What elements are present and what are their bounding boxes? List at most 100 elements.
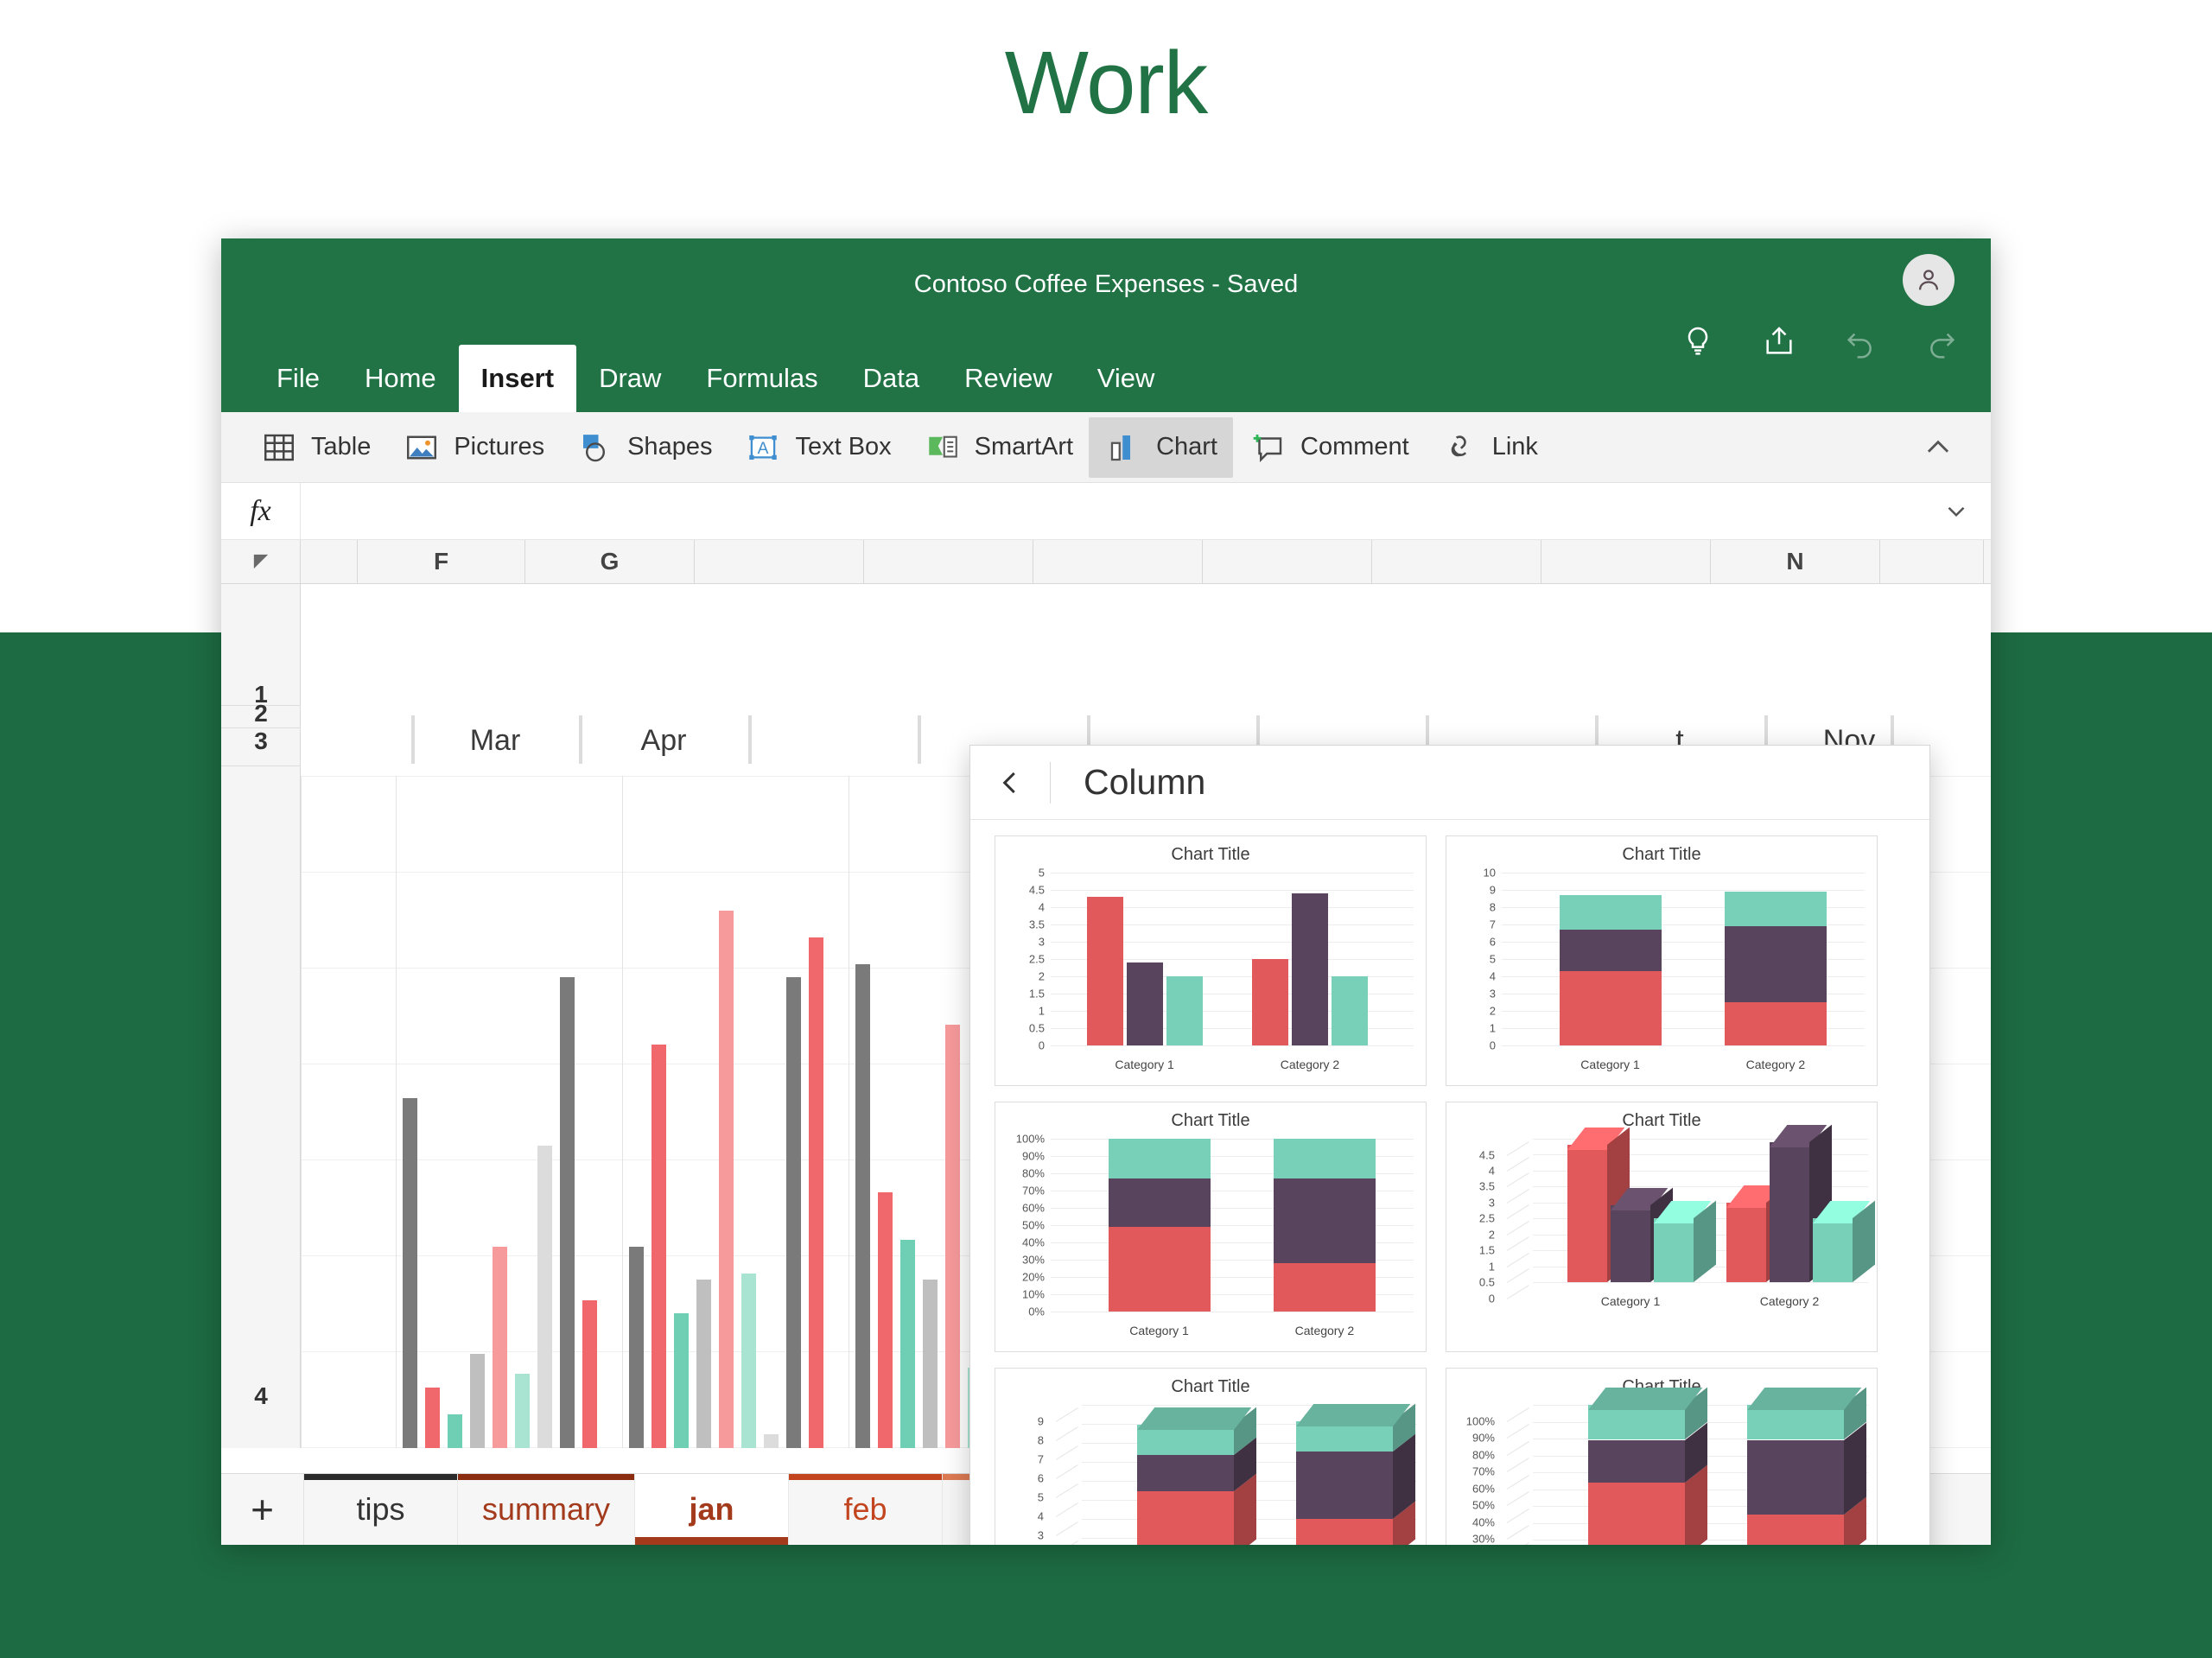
ribbon-button-link[interactable]: Link xyxy=(1425,417,1554,478)
row-number-3[interactable]: 3 xyxy=(221,727,301,755)
chart-bar xyxy=(1611,1187,1673,1282)
chart-type-grid[interactable]: Chart Title 0 0.5 1 1.5 2 2.5 3 3.5 4 4.5 5 Category… xyxy=(970,820,1929,1545)
chart-y-tick-label: 3.5 xyxy=(1478,1179,1495,1193)
select-all-triangle-icon[interactable] xyxy=(221,540,301,583)
chart-gridline xyxy=(1051,1045,1414,1046)
formula-input[interactable] xyxy=(301,483,1922,539)
ribbon-label-comment: Comment xyxy=(1300,433,1409,461)
chart-bar-segment xyxy=(1296,1501,1415,1545)
chart-y-tick-label: 20% xyxy=(1021,1270,1045,1284)
chart-wall-line xyxy=(1055,1502,1078,1517)
ribbon-button-comment[interactable]: Comment xyxy=(1233,417,1425,478)
chart-y-tick-label: 70% xyxy=(1471,1464,1495,1478)
chart-wall-line xyxy=(1506,1424,1529,1439)
worksheet-chart-bar xyxy=(878,1192,893,1448)
chart-gallery-flyout[interactable]: Column Chart Title 0 0.5 1 1.5 2 2.5 3 3.5 4 4.5 5 C… xyxy=(969,745,1930,1545)
ribbon-tab-data[interactable]: Data xyxy=(841,345,942,412)
chart-y-tick-label: 6 xyxy=(1037,1471,1044,1485)
chart-type-three-d-clustered-column[interactable]: Chart Title 0 0.5 1 1.5 2 2.5 3 3.5 4 4.5 Category … xyxy=(1446,1102,1878,1352)
chart-y-tick-label: 6 xyxy=(1489,935,1496,949)
avatar[interactable] xyxy=(1903,254,1955,306)
chart-wall-line xyxy=(1506,1204,1529,1220)
table-icon xyxy=(259,428,299,467)
column-header-m[interactable] xyxy=(1541,540,1711,583)
chart-type-hundred-percent-stacked-column[interactable]: Chart Title 0% 10% 20% 30% 40% 50% 60% 70% 80% 90%… xyxy=(995,1102,1427,1352)
ribbon-tab-draw[interactable]: Draw xyxy=(576,345,683,412)
sheet-tab-summary[interactable]: summary xyxy=(458,1474,636,1545)
row-number-2[interactable]: 2 xyxy=(221,700,301,727)
column-header-f[interactable]: F xyxy=(358,540,525,583)
chart-bar xyxy=(1166,976,1203,1045)
column-header-j[interactable] xyxy=(1033,540,1203,583)
chart-thumb-title: Chart Title xyxy=(1171,1377,1250,1396)
chart-y-tick-label: 1.5 xyxy=(1028,987,1045,1001)
sheet-tab-jan[interactable]: jan xyxy=(635,1474,790,1545)
chart-bar-segment xyxy=(1747,1496,1866,1545)
chevron-up-icon[interactable] xyxy=(1922,431,1955,464)
ribbon-button-table[interactable]: Table xyxy=(244,417,386,478)
row-number-4[interactable]: 4 xyxy=(221,1382,301,1410)
column-header-i[interactable] xyxy=(864,540,1033,583)
chart-wall-line xyxy=(1506,1491,1529,1507)
ribbon-tab-insert[interactable]: Insert xyxy=(458,345,577,412)
ribbon-button-pictures[interactable]: Pictures xyxy=(386,417,560,478)
pictures-icon xyxy=(402,428,442,467)
chart-wall-line xyxy=(1506,1172,1529,1188)
worksheet-chart-bar xyxy=(696,1280,711,1448)
chart-y-tick-label: 4 xyxy=(1488,1164,1495,1178)
column-header-h[interactable] xyxy=(695,540,864,583)
chart-type-clustered-column[interactable]: Chart Title 0 0.5 1 1.5 2 2.5 3 3.5 4 4.5 5 Category… xyxy=(995,835,1427,1086)
chart-y-tick-label: 4 xyxy=(1038,900,1045,914)
ribbon-button-text-box[interactable]: A Text Box xyxy=(728,417,906,478)
chart-type-stacked-column[interactable]: Chart Title 0 1 2 3 4 5 6 7 8 9 10 Category 1 Categor… xyxy=(1446,835,1878,1086)
chart-gridline xyxy=(1502,1045,1865,1046)
chart-category-label: Category 2 xyxy=(1759,1294,1820,1308)
cell-g3-month[interactable]: Apr xyxy=(579,724,748,758)
chart-y-tick-label: 70% xyxy=(1021,1184,1045,1197)
ribbon-tab-formulas[interactable]: Formulas xyxy=(683,345,840,412)
sheet-tab-label: jan xyxy=(689,1491,734,1527)
column-header-n[interactable]: N xyxy=(1711,540,1880,583)
ribbon-tab-view[interactable]: View xyxy=(1075,345,1178,412)
ribbon-tab-home[interactable]: Home xyxy=(342,345,459,412)
bar-top-face xyxy=(1747,1388,1862,1410)
column-header-g[interactable]: G xyxy=(525,540,695,583)
chart-thumb-plot: 10%20%30%40%50%60%70%80%90%100% xyxy=(1466,1387,1868,1545)
fx-icon[interactable]: fx xyxy=(221,483,301,539)
ribbon-tab-file[interactable]: File xyxy=(254,345,342,412)
chart-icon xyxy=(1104,428,1144,467)
chart-bar xyxy=(1126,962,1163,1045)
add-sheet-button[interactable]: + xyxy=(221,1474,304,1545)
chart-y-tick-label: 10 xyxy=(1483,866,1496,880)
chart-bar xyxy=(1567,1127,1630,1282)
sheet-tab-feb[interactable]: feb xyxy=(789,1474,944,1545)
chart-y-tick-label: 4.5 xyxy=(1478,1148,1495,1162)
chart-type-three-d-hundred-percent-stacked-column[interactable]: Chart TitleChart Title10%20%30%40%50%60%… xyxy=(1446,1368,1878,1545)
column-header-l[interactable] xyxy=(1372,540,1541,583)
chevron-left-icon[interactable] xyxy=(970,766,1050,799)
chart-bar-segment xyxy=(1724,1002,1827,1045)
column-header-o[interactable] xyxy=(1880,540,1984,583)
ribbon-button-smartart[interactable]: SmartArt xyxy=(907,417,1089,478)
chart-type-three-d-stacked-column[interactable]: Chart TitleChart Title123456789 xyxy=(995,1368,1427,1545)
ribbon-tab-review[interactable]: Review xyxy=(942,345,1075,412)
column-header-e[interactable] xyxy=(301,540,358,583)
column-header-k[interactable] xyxy=(1203,540,1372,583)
chart-bar-segment xyxy=(1273,1263,1376,1312)
chart-category-label: Category 1 xyxy=(1129,1324,1189,1337)
chart-y-tick-label: 1 xyxy=(1488,1260,1495,1274)
chart-y-tick-label: 30% xyxy=(1471,1532,1495,1545)
chart-y-tick-label: 80% xyxy=(1471,1448,1495,1462)
ribbon-button-shapes[interactable]: Shapes xyxy=(560,417,728,478)
chart-y-tick-label: 50% xyxy=(1471,1498,1495,1512)
column-header-row: F G N xyxy=(221,540,1991,584)
chart-wall-line xyxy=(1055,1521,1078,1536)
ribbon-label-table: Table xyxy=(311,433,372,461)
ribbon-button-chart[interactable]: Chart xyxy=(1089,416,1233,478)
sheet-tab-tips[interactable]: tips xyxy=(304,1474,458,1545)
worksheet-chart-bar xyxy=(719,911,734,1448)
chevron-down-icon[interactable] xyxy=(1922,497,1991,526)
cell-f3-month[interactable]: Mar xyxy=(411,724,579,758)
worksheet-chart-bar xyxy=(493,1247,507,1448)
worksheet-chart-bar xyxy=(652,1045,666,1448)
